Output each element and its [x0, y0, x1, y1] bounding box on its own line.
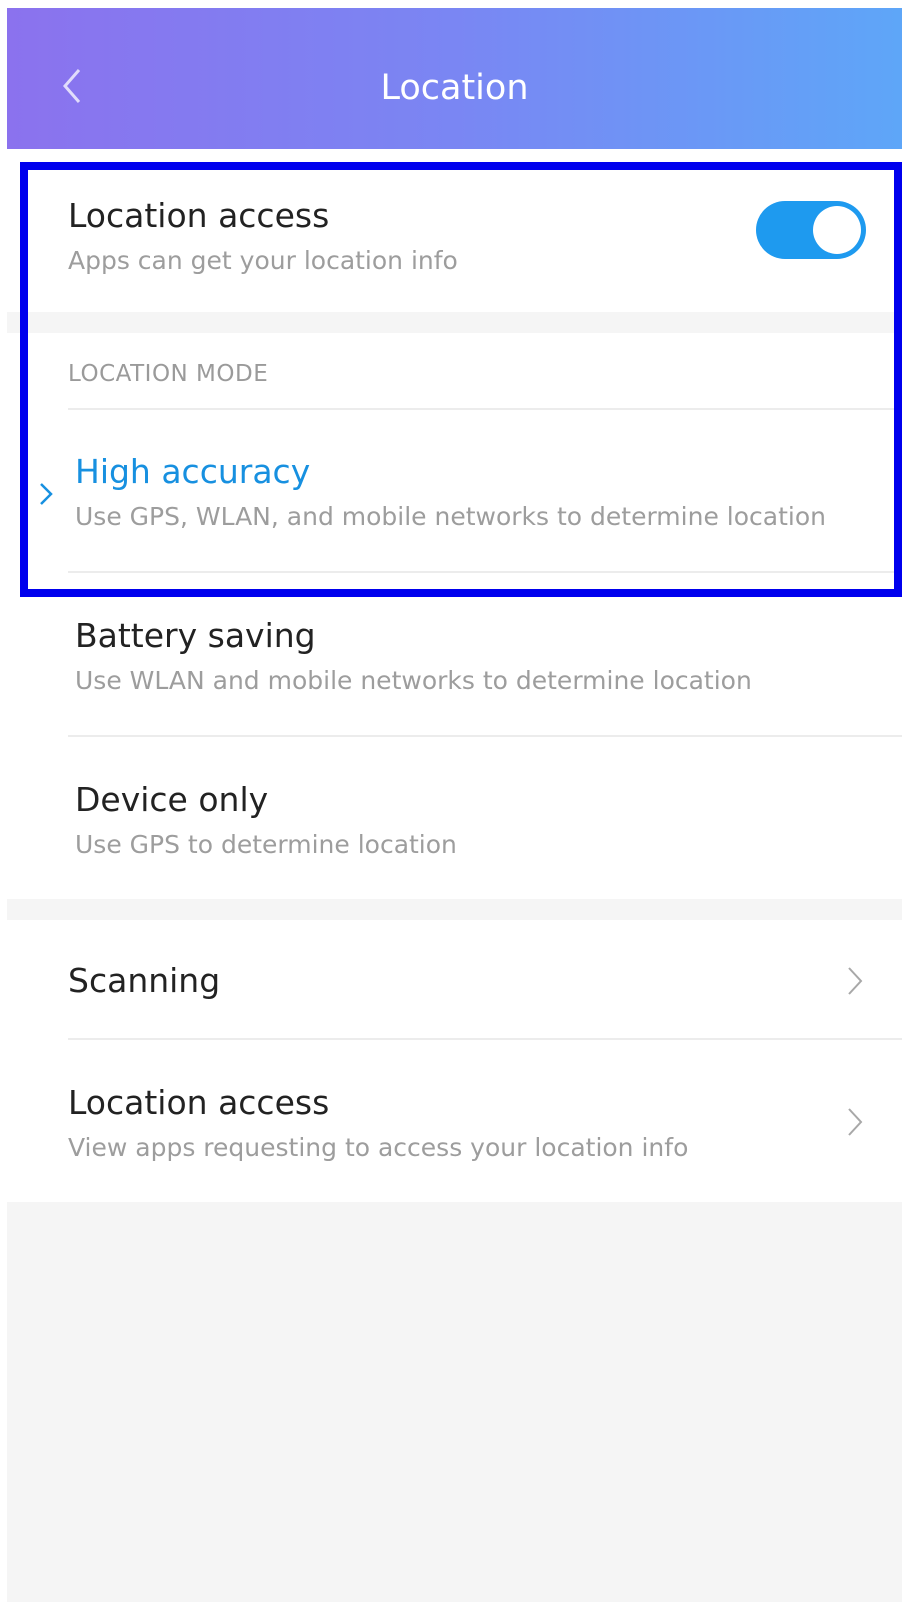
- mode-option-title: High accuracy: [75, 452, 311, 491]
- scanning-title: Scanning: [68, 961, 221, 1000]
- chevron-right-icon: [848, 1108, 863, 1136]
- location-access-apps-title: Location access: [68, 1083, 330, 1122]
- toggle-knob: [813, 206, 861, 254]
- mode-option-battery-saving[interactable]: Battery saving Use WLAN and mobile netwo…: [7, 573, 902, 735]
- chevron-right-icon: [848, 967, 863, 995]
- location-access-apps-subtitle: View apps requesting to access your loca…: [68, 1133, 689, 1162]
- location-mode-section: LOCATION MODE High accuracy Use GPS, WLA…: [7, 333, 902, 899]
- location-mode-label: LOCATION MODE: [68, 361, 269, 387]
- page-title: Location: [380, 68, 529, 108]
- mode-option-high-accuracy[interactable]: High accuracy Use GPS, WLAN, and mobile …: [7, 410, 902, 571]
- screen: Location Location access Apps can get yo…: [7, 8, 902, 1602]
- mode-option-title: Device only: [75, 780, 269, 819]
- mode-option-subtitle: Use WLAN and mobile networks to determin…: [75, 666, 752, 695]
- app-header: Location: [7, 8, 902, 149]
- more-settings-section: Scanning Location access View apps reque…: [7, 920, 902, 1202]
- scanning-row[interactable]: Scanning: [7, 920, 902, 1038]
- location-access-title: Location access: [68, 196, 330, 235]
- mode-option-subtitle: Use GPS to determine location: [75, 830, 457, 859]
- location-access-toggle[interactable]: [756, 201, 866, 259]
- location-access-apps-row[interactable]: Location access View apps requesting to …: [7, 1040, 902, 1202]
- chevron-right-icon: [40, 483, 53, 505]
- mode-option-title: Battery saving: [75, 616, 316, 655]
- mode-option-subtitle: Use GPS, WLAN, and mobile networks to de…: [75, 502, 826, 531]
- mode-option-device-only[interactable]: Device only Use GPS to determine locatio…: [7, 737, 902, 899]
- location-access-subtitle: Apps can get your location info: [68, 246, 458, 275]
